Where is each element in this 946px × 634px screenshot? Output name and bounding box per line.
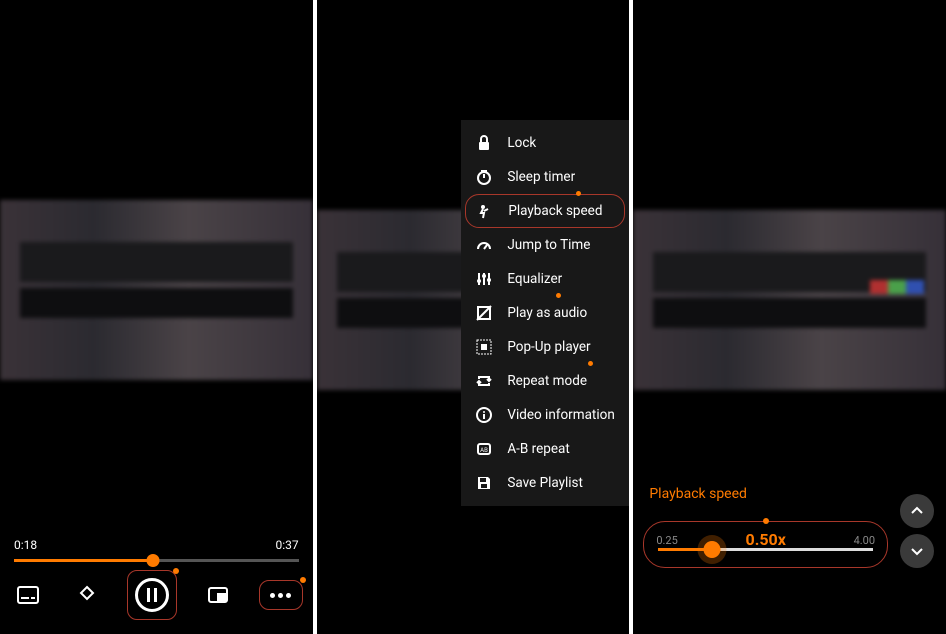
speed-slider[interactable] (658, 548, 873, 551)
jump-icon (475, 236, 493, 254)
speed-center-tick (763, 518, 769, 524)
time-row: 0:18 0:37 (14, 538, 299, 552)
menu-label: A-B repeat (507, 441, 569, 457)
panel-player: 0:18 0:37 (0, 0, 313, 634)
seek-thumb[interactable] (147, 554, 160, 567)
indicator-dot (173, 568, 179, 574)
video-frame (633, 210, 946, 390)
menu-label: Play as audio (507, 305, 587, 321)
chevron-up-icon (909, 503, 925, 519)
pause-icon (135, 578, 169, 612)
menu-item-repeat-mode[interactable]: Repeat mode (461, 364, 629, 398)
menu-item-popup-player[interactable]: Pop-Up player (461, 330, 629, 364)
timer-icon (475, 168, 493, 186)
audio-icon (475, 304, 493, 322)
menu-item-equalizer[interactable]: Equalizer (461, 262, 629, 296)
speed-down-button[interactable] (900, 534, 934, 568)
current-time-label: 0:18 (14, 538, 37, 552)
menu-item-ab-repeat[interactable]: AB A-B repeat (461, 432, 629, 466)
more-button[interactable] (259, 580, 303, 610)
panel-speed: Playback speed 0.25 0.50x 4.00 (633, 0, 946, 634)
info-icon (475, 406, 493, 424)
chevron-down-icon (909, 543, 925, 559)
menu-item-save-playlist[interactable]: Save Playlist (461, 466, 629, 500)
indicator-dot (300, 577, 306, 583)
total-time-label: 0:37 (276, 538, 299, 552)
speed-min-label: 0.25 (656, 534, 677, 547)
speed-up-button[interactable] (900, 494, 934, 528)
abrepeat-icon: AB (475, 440, 493, 458)
rotate-icon[interactable] (69, 577, 105, 613)
seek-fill (14, 559, 153, 562)
menu-item-sleep-timer[interactable]: Sleep timer (461, 160, 629, 194)
subtitle-icon[interactable] (10, 577, 46, 613)
seek-slider[interactable] (14, 559, 299, 562)
equalizer-icon (475, 270, 493, 288)
speed-max-label: 4.00 (854, 534, 875, 547)
aspect-icon[interactable] (200, 577, 236, 613)
video-frame (0, 200, 313, 380)
speed-thumb[interactable] (704, 541, 721, 558)
playback-speed-title: Playback speed (649, 486, 747, 502)
lock-icon (475, 134, 493, 152)
speed-value-label: 0.50x (658, 530, 873, 549)
menu-item-jump-to-time[interactable]: Jump to Time (461, 228, 629, 262)
menu-item-lock[interactable]: Lock (461, 126, 629, 160)
menu-label: Playback speed (508, 203, 602, 219)
svg-text:AB: AB (481, 447, 489, 454)
speed-control: 0.25 0.50x 4.00 (643, 521, 888, 568)
speed-icon (476, 202, 494, 220)
menu-label: Video information (507, 407, 614, 423)
pause-button[interactable] (127, 570, 177, 620)
menu-label: Sleep timer (507, 169, 575, 185)
menu-label: Jump to Time (507, 237, 590, 253)
popup-icon (475, 338, 493, 356)
menu-label: Save Playlist (507, 475, 583, 491)
menu-label: Repeat mode (507, 373, 587, 389)
menu-label: Pop-Up player (507, 339, 590, 355)
menu-label: Lock (507, 135, 536, 151)
menu-item-playback-speed[interactable]: Playback speed (465, 194, 625, 228)
menu-label: Equalizer (507, 271, 562, 287)
save-icon (475, 474, 493, 492)
advanced-menu: Lock Sleep timer Playback speed Jump to … (461, 120, 629, 506)
panel-menu: Lock Sleep timer Playback speed Jump to … (317, 0, 630, 634)
repeat-icon (475, 372, 493, 390)
menu-item-play-as-audio[interactable]: Play as audio (461, 296, 629, 330)
menu-item-video-information[interactable]: Video information (461, 398, 629, 432)
controls-row (10, 570, 303, 620)
